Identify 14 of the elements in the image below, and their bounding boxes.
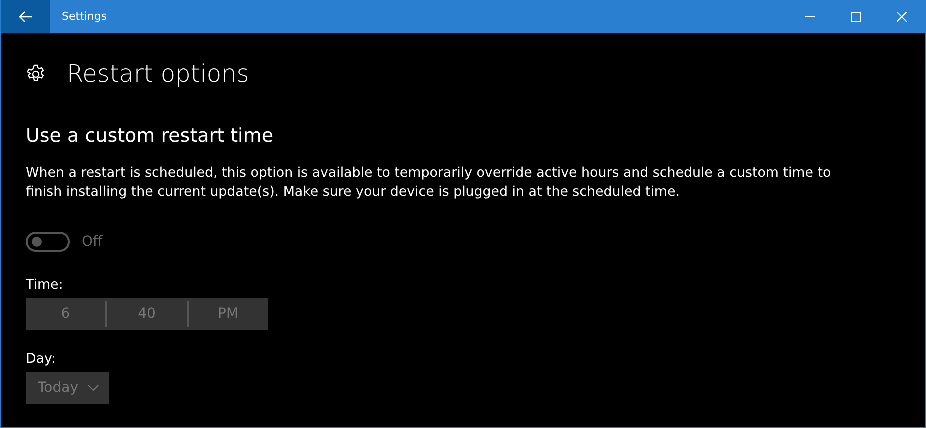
time-label: Time: (26, 278, 64, 293)
window-title: Settings (62, 10, 108, 23)
section-heading: Use a custom restart time (26, 125, 275, 147)
close-icon (897, 12, 907, 22)
toggle-label: Off (82, 234, 103, 250)
chevron-down-icon (88, 385, 98, 391)
day-label: Day: (26, 352, 57, 367)
settings-icon (26, 64, 46, 84)
back-button[interactable] (1, 0, 50, 33)
minimize-icon (805, 16, 815, 17)
section-description: When a restart is scheduled, this option is available to temporarily override active hours and schedule a custom time to finish installing the current update(s). Make sure your device is plugged in at the scheduled time. (26, 165, 832, 202)
back-arrow-icon (18, 10, 32, 22)
page-title: Restart options (67, 60, 250, 88)
maximize-icon (851, 12, 861, 22)
